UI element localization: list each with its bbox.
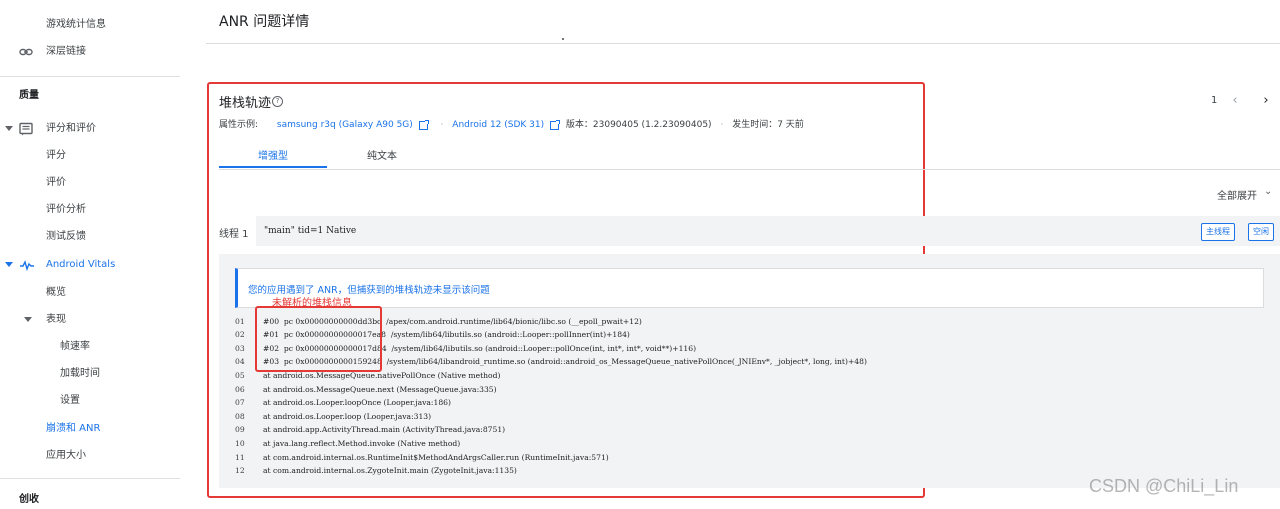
sidebar-item-performance[interactable]: 表现 bbox=[24, 310, 66, 330]
device-link[interactable]: samsung r3q (Galaxy A90 5G) bbox=[277, 118, 413, 132]
sidebar-item-app-size[interactable]: 应用大小 bbox=[46, 446, 86, 466]
sidebar-item-label: Android Vitals bbox=[46, 259, 116, 270]
sidebar-item-ratings[interactable]: 评分 bbox=[46, 146, 66, 166]
header-divider bbox=[206, 43, 1280, 44]
sidebar-item-settings[interactable]: 设置 bbox=[60, 391, 80, 411]
sidebar-item-deep-links[interactable]: 深层链接 bbox=[19, 42, 86, 62]
sidebar-item-label: 评分和评价 bbox=[46, 123, 96, 134]
tab-enhanced[interactable]: 增强型 bbox=[219, 146, 327, 168]
stack-line: 10 at java.lang.reflect.Method.invoke (Na… bbox=[235, 439, 461, 448]
thread-text: "main" tid=1 Native bbox=[264, 226, 357, 236]
sidebar-section-monetize: 创收 bbox=[19, 494, 39, 505]
separator: · bbox=[720, 120, 724, 130]
stack-line: 08 at android.os.Looper.loop (Looper.java… bbox=[235, 412, 432, 421]
stack-line: 11 at com.android.internal.os.RuntimeInit… bbox=[235, 453, 609, 462]
pager-count: 1 bbox=[1211, 95, 1218, 106]
version-text: 版本：23090405 (1.2.23090405) bbox=[565, 120, 712, 130]
idle-chip: 空闲 bbox=[1248, 223, 1274, 241]
external-link-icon[interactable] bbox=[550, 119, 561, 130]
sidebar-divider bbox=[0, 76, 180, 77]
sidebar-item-label: 应用大小 bbox=[46, 450, 86, 461]
sidebar: 游戏统计信息 深层链接 质量 评分和评价 评分 评价 评价分析 测试反馈 And… bbox=[0, 0, 180, 509]
unresolved-frames-highlight bbox=[255, 306, 382, 372]
watermark: CSDN @ChiLi_Lin bbox=[1089, 476, 1239, 496]
stack-line: 09 at android.app.ActivityThread.main (Ac… bbox=[235, 425, 506, 434]
tabs-divider bbox=[219, 169, 1280, 170]
attribute-sample-label: 属性示例: bbox=[219, 120, 259, 130]
sidebar-item-label: 崩溃和 ANR bbox=[46, 423, 101, 434]
chevron-down-icon[interactable] bbox=[24, 317, 32, 322]
external-link-icon[interactable] bbox=[418, 119, 429, 130]
sidebar-item-label: 概览 bbox=[46, 287, 66, 298]
vitals-icon bbox=[19, 258, 35, 280]
sidebar-item-label: 游戏统计信息 bbox=[46, 19, 106, 30]
chevron-left-icon[interactable]: ‹ bbox=[1229, 94, 1241, 108]
header-dot bbox=[562, 38, 564, 40]
sidebar-item-label: 评价 bbox=[46, 177, 66, 188]
chevron-down-icon[interactable] bbox=[5, 126, 13, 131]
sidebar-item-label: 深层链接 bbox=[46, 46, 86, 57]
help-icon[interactable]: ? bbox=[272, 96, 283, 107]
stack-trace-title: 堆栈轨迹 bbox=[219, 96, 272, 111]
main-thread-chip: 主线程 bbox=[1201, 223, 1235, 241]
sidebar-item-frame-rate[interactable]: 帧速率 bbox=[60, 337, 90, 357]
link-icon bbox=[19, 45, 33, 67]
sidebar-item-overview[interactable]: 概览 bbox=[46, 283, 66, 303]
sidebar-item-testing-feedback[interactable]: 测试反馈 bbox=[46, 227, 86, 247]
separator: · bbox=[440, 120, 444, 130]
sidebar-item-crashes-anr[interactable]: 崩溃和 ANR bbox=[46, 419, 100, 439]
expand-all-button[interactable]: 全部展开 bbox=[1217, 187, 1257, 202]
page-title: ANR 问题详情 bbox=[219, 14, 310, 30]
stack-line: 07 at android.os.Looper.loopOnce (Looper.… bbox=[235, 398, 451, 407]
occurred-time-text: 发生时间：7 天前 bbox=[732, 120, 804, 130]
sidebar-item-game-stats[interactable]: 游戏统计信息 bbox=[46, 15, 106, 35]
sidebar-item-review-analysis[interactable]: 评价分析 bbox=[46, 200, 86, 220]
sidebar-item-label: 评价分析 bbox=[46, 204, 86, 215]
sidebar-item-label: 评分 bbox=[46, 150, 66, 161]
os-link[interactable]: Android 12 (SDK 31) bbox=[452, 118, 544, 132]
sidebar-item-label: 设置 bbox=[60, 395, 80, 406]
sidebar-section-quality: 质量 bbox=[19, 90, 39, 101]
sidebar-item-android-vitals[interactable]: Android Vitals bbox=[5, 255, 116, 275]
app-root: 游戏统计信息 深层链接 质量 评分和评价 评分 评价 评价分析 测试反馈 And… bbox=[0, 0, 1280, 509]
chevron-down-icon[interactable]: ⌄ bbox=[1264, 186, 1272, 197]
thread-header[interactable] bbox=[256, 216, 1280, 246]
sidebar-item-label: 帧速率 bbox=[60, 341, 90, 352]
thread-label: 线程 1 bbox=[219, 229, 249, 240]
sidebar-divider bbox=[0, 478, 180, 479]
attribute-sample-row: 属性示例: samsung r3q (Galaxy A90 5G) · Andr… bbox=[219, 118, 804, 132]
sidebar-item-label: 加载时间 bbox=[60, 368, 100, 379]
chevron-right-icon[interactable]: › bbox=[1260, 94, 1272, 108]
sidebar-item-reviews[interactable]: 评价 bbox=[46, 173, 66, 193]
stack-line: 12 at com.android.internal.os.ZygoteInit.… bbox=[235, 466, 517, 475]
tab-plain-text[interactable]: 纯文本 bbox=[328, 146, 436, 168]
sidebar-item-label: 表现 bbox=[46, 314, 66, 325]
chevron-down-icon[interactable] bbox=[5, 262, 13, 267]
sidebar-item-load-time[interactable]: 加载时间 bbox=[60, 364, 100, 384]
stack-line: 06 at android.os.MessageQueue.next (Messa… bbox=[235, 385, 497, 394]
rating-review-icon bbox=[19, 122, 33, 144]
sidebar-item-label: 测试反馈 bbox=[46, 231, 86, 242]
sidebar-item-ratings-reviews[interactable]: 评分和评价 bbox=[5, 119, 96, 139]
